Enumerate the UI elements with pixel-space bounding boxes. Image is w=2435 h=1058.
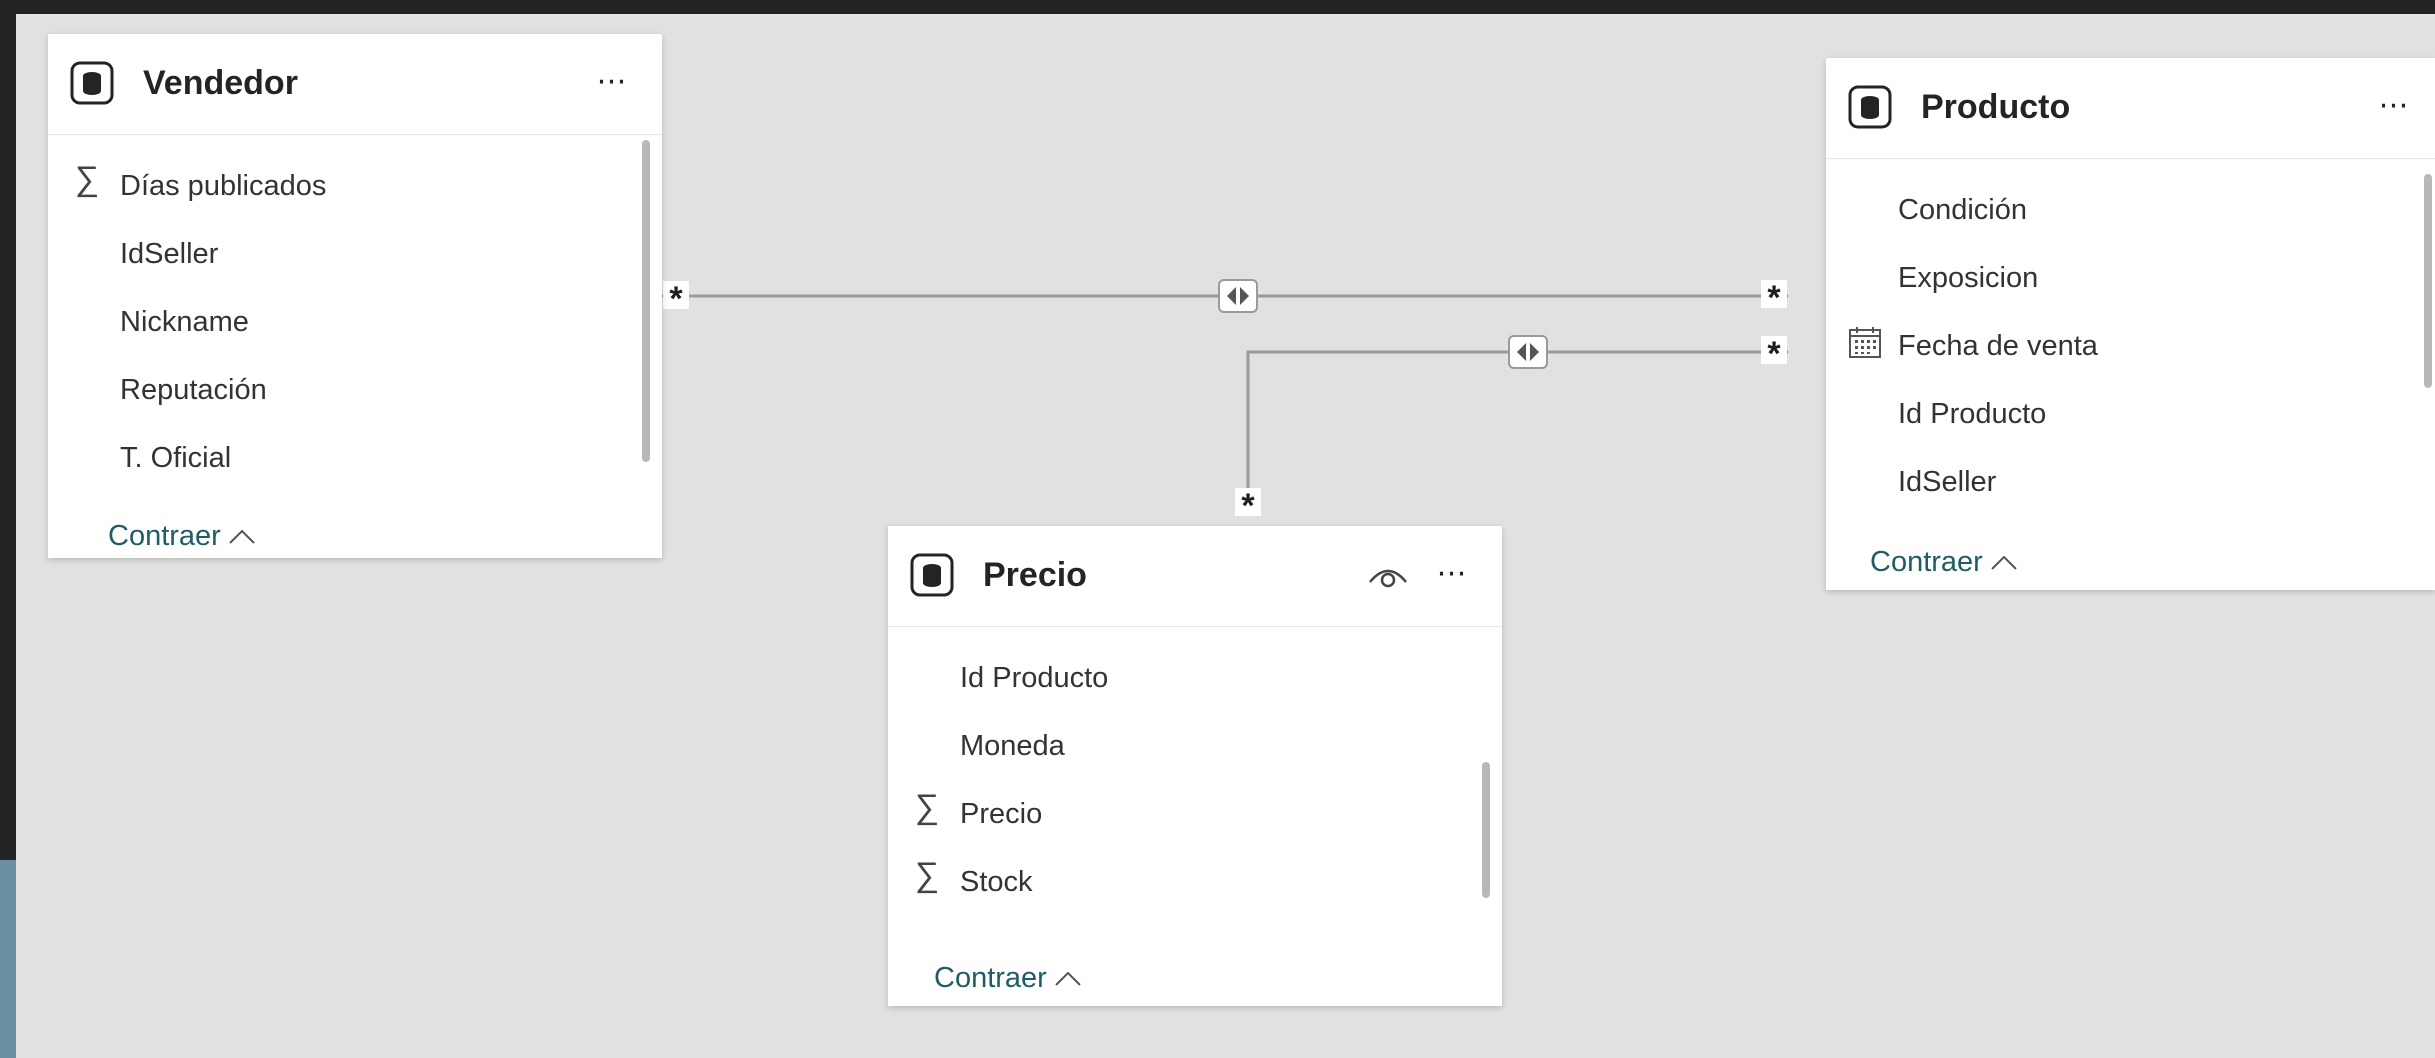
field-label: IdSeller bbox=[120, 238, 219, 270]
field-label: Reputación bbox=[120, 374, 267, 406]
table-title: Precio bbox=[983, 556, 1087, 594]
field-row[interactable]: IdSeller bbox=[1826, 452, 2405, 514]
database-table-icon bbox=[70, 61, 114, 105]
cardinality-marker-precio: * bbox=[1235, 488, 1261, 524]
relationship-line-precio-producto[interactable] bbox=[1246, 350, 1788, 502]
table-card-precio[interactable]: Precio ⋯ Id Producto Moneda ∑ Precio ∑ S… bbox=[888, 526, 1502, 1006]
table-title: Vendedor bbox=[143, 64, 298, 102]
cardinality-marker-vendedor: * bbox=[663, 281, 689, 317]
sigma-icon: ∑ bbox=[914, 856, 940, 894]
database-table-icon bbox=[1848, 85, 1892, 129]
collapse-link[interactable]: Contraer bbox=[934, 962, 1083, 995]
field-row[interactable]: Reputación bbox=[48, 360, 632, 422]
scrollbar-thumb[interactable] bbox=[1482, 762, 1490, 898]
field-row[interactable]: ∑ Stock bbox=[888, 852, 1472, 914]
table-header[interactable]: Producto ⋯ bbox=[1826, 58, 2435, 159]
table-header[interactable]: Vendedor ⋯ bbox=[48, 34, 662, 135]
cross-filter-both-icon[interactable] bbox=[1218, 279, 1258, 313]
field-row[interactable]: Moneda bbox=[888, 716, 1472, 778]
cross-filter-both-icon[interactable] bbox=[1508, 335, 1548, 369]
collapse-link[interactable]: Contraer bbox=[108, 520, 257, 553]
field-label: Stock bbox=[960, 866, 1033, 898]
field-label: Condición bbox=[1898, 194, 2027, 226]
field-label: Moneda bbox=[960, 730, 1065, 762]
database-table-icon bbox=[910, 553, 954, 597]
field-label: IdSeller bbox=[1898, 466, 1997, 498]
field-label: T. Oficial bbox=[120, 442, 232, 474]
field-row[interactable]: Condición bbox=[1826, 180, 2405, 242]
chevron-up-icon bbox=[227, 520, 257, 553]
more-options-icon[interactable]: ⋯ bbox=[590, 62, 634, 106]
field-label: Exposicion bbox=[1898, 262, 2039, 294]
field-label: Id Producto bbox=[960, 662, 1109, 694]
table-card-producto[interactable]: Producto ⋯ Condición Exposicion Fecha de… bbox=[1826, 58, 2435, 590]
more-options-icon[interactable]: ⋯ bbox=[2372, 86, 2416, 130]
field-label: Nickname bbox=[120, 306, 249, 338]
collapse-label: Contraer bbox=[934, 962, 1047, 994]
collapse-label: Contraer bbox=[108, 520, 221, 552]
field-row[interactable]: IdSeller bbox=[48, 224, 632, 286]
chevron-up-icon bbox=[1989, 546, 2019, 579]
field-label: Id Producto bbox=[1898, 398, 2047, 430]
field-row[interactable]: Id Producto bbox=[1826, 384, 2405, 446]
field-label: Días publicados bbox=[120, 170, 327, 202]
table-header[interactable]: Precio ⋯ bbox=[888, 526, 1502, 627]
model-view-canvas[interactable]: * * * * Vendedor ⋯ ∑ Días publicados IdS… bbox=[16, 14, 2435, 1058]
collapse-link[interactable]: Contraer bbox=[1870, 546, 2019, 579]
table-card-vendedor[interactable]: Vendedor ⋯ ∑ Días publicados IdSeller Ni… bbox=[48, 34, 662, 558]
scrollbar-thumb[interactable] bbox=[2424, 174, 2432, 388]
field-row[interactable]: ∑ Precio bbox=[888, 784, 1472, 846]
table-title: Producto bbox=[1921, 88, 2071, 126]
field-row[interactable]: Exposicion bbox=[1826, 248, 2405, 310]
scrollbar-thumb[interactable] bbox=[642, 140, 650, 462]
cardinality-marker-producto: * bbox=[1761, 336, 1787, 372]
field-label: Fecha de venta bbox=[1898, 330, 2098, 362]
more-options-icon[interactable]: ⋯ bbox=[1430, 554, 1474, 598]
field-row[interactable]: ∑ Días publicados bbox=[48, 156, 632, 218]
cardinality-marker-producto: * bbox=[1761, 280, 1787, 316]
sigma-icon: ∑ bbox=[914, 788, 940, 826]
collapse-label: Contraer bbox=[1870, 546, 1983, 578]
field-row[interactable]: Nickname bbox=[48, 292, 632, 354]
field-label: Precio bbox=[960, 798, 1043, 830]
chevron-up-icon bbox=[1053, 962, 1083, 995]
eye-visibility-icon[interactable] bbox=[1366, 554, 1410, 598]
field-row[interactable]: Id Producto bbox=[888, 648, 1472, 710]
sigma-icon: ∑ bbox=[74, 160, 100, 198]
field-row[interactable]: T. Oficial bbox=[48, 428, 632, 490]
field-row[interactable]: Fecha de venta bbox=[1826, 316, 2405, 378]
calendar-icon bbox=[1849, 327, 1881, 358]
